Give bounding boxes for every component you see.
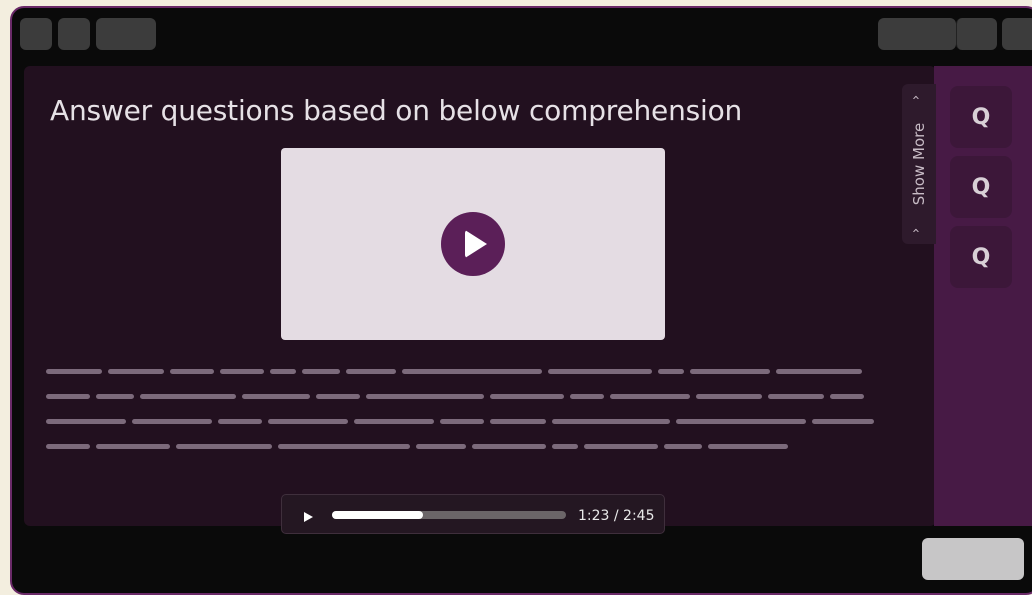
question-sidebar: ‹ Show More ‹ Q Q Q bbox=[902, 66, 1032, 526]
play-icon[interactable] bbox=[441, 212, 505, 276]
chevron-left-icon: ‹ bbox=[908, 227, 924, 234]
toolbar-button-5[interactable] bbox=[956, 18, 997, 50]
video-player[interactable] bbox=[281, 148, 665, 340]
seek-bar[interactable] bbox=[332, 511, 566, 519]
text-line bbox=[46, 419, 886, 424]
toolbar-button-3[interactable] bbox=[96, 18, 156, 50]
audio-player: 1:23 / 2:45 bbox=[281, 494, 665, 534]
comprehension-text-placeholder bbox=[46, 369, 886, 459]
question-button-3[interactable]: Q bbox=[950, 226, 1012, 288]
toolbar-button-1[interactable] bbox=[20, 18, 52, 50]
app-window: Answer questions based on below comprehe… bbox=[10, 6, 1032, 595]
text-line bbox=[46, 444, 886, 449]
page-title: Answer questions based on below comprehe… bbox=[50, 94, 743, 127]
toolbar-button-4[interactable] bbox=[878, 18, 956, 50]
next-button[interactable] bbox=[922, 538, 1024, 580]
question-button-2[interactable]: Q bbox=[950, 156, 1012, 218]
toolbar-button-6[interactable] bbox=[1002, 18, 1032, 50]
time-readout: 1:23 / 2:45 bbox=[578, 508, 655, 524]
show-more-label: Show More bbox=[910, 122, 928, 206]
question-button-1[interactable]: Q bbox=[950, 86, 1012, 148]
comprehension-panel: Answer questions based on below comprehe… bbox=[24, 66, 936, 534]
toolbar-button-2[interactable] bbox=[58, 18, 90, 50]
show-more-toggle[interactable]: ‹ Show More ‹ bbox=[902, 84, 936, 244]
play-pause-icon[interactable] bbox=[304, 512, 313, 522]
seek-progress bbox=[332, 511, 424, 519]
chevron-left-icon: ‹ bbox=[908, 94, 924, 101]
text-line bbox=[46, 394, 886, 399]
text-line bbox=[46, 369, 886, 374]
